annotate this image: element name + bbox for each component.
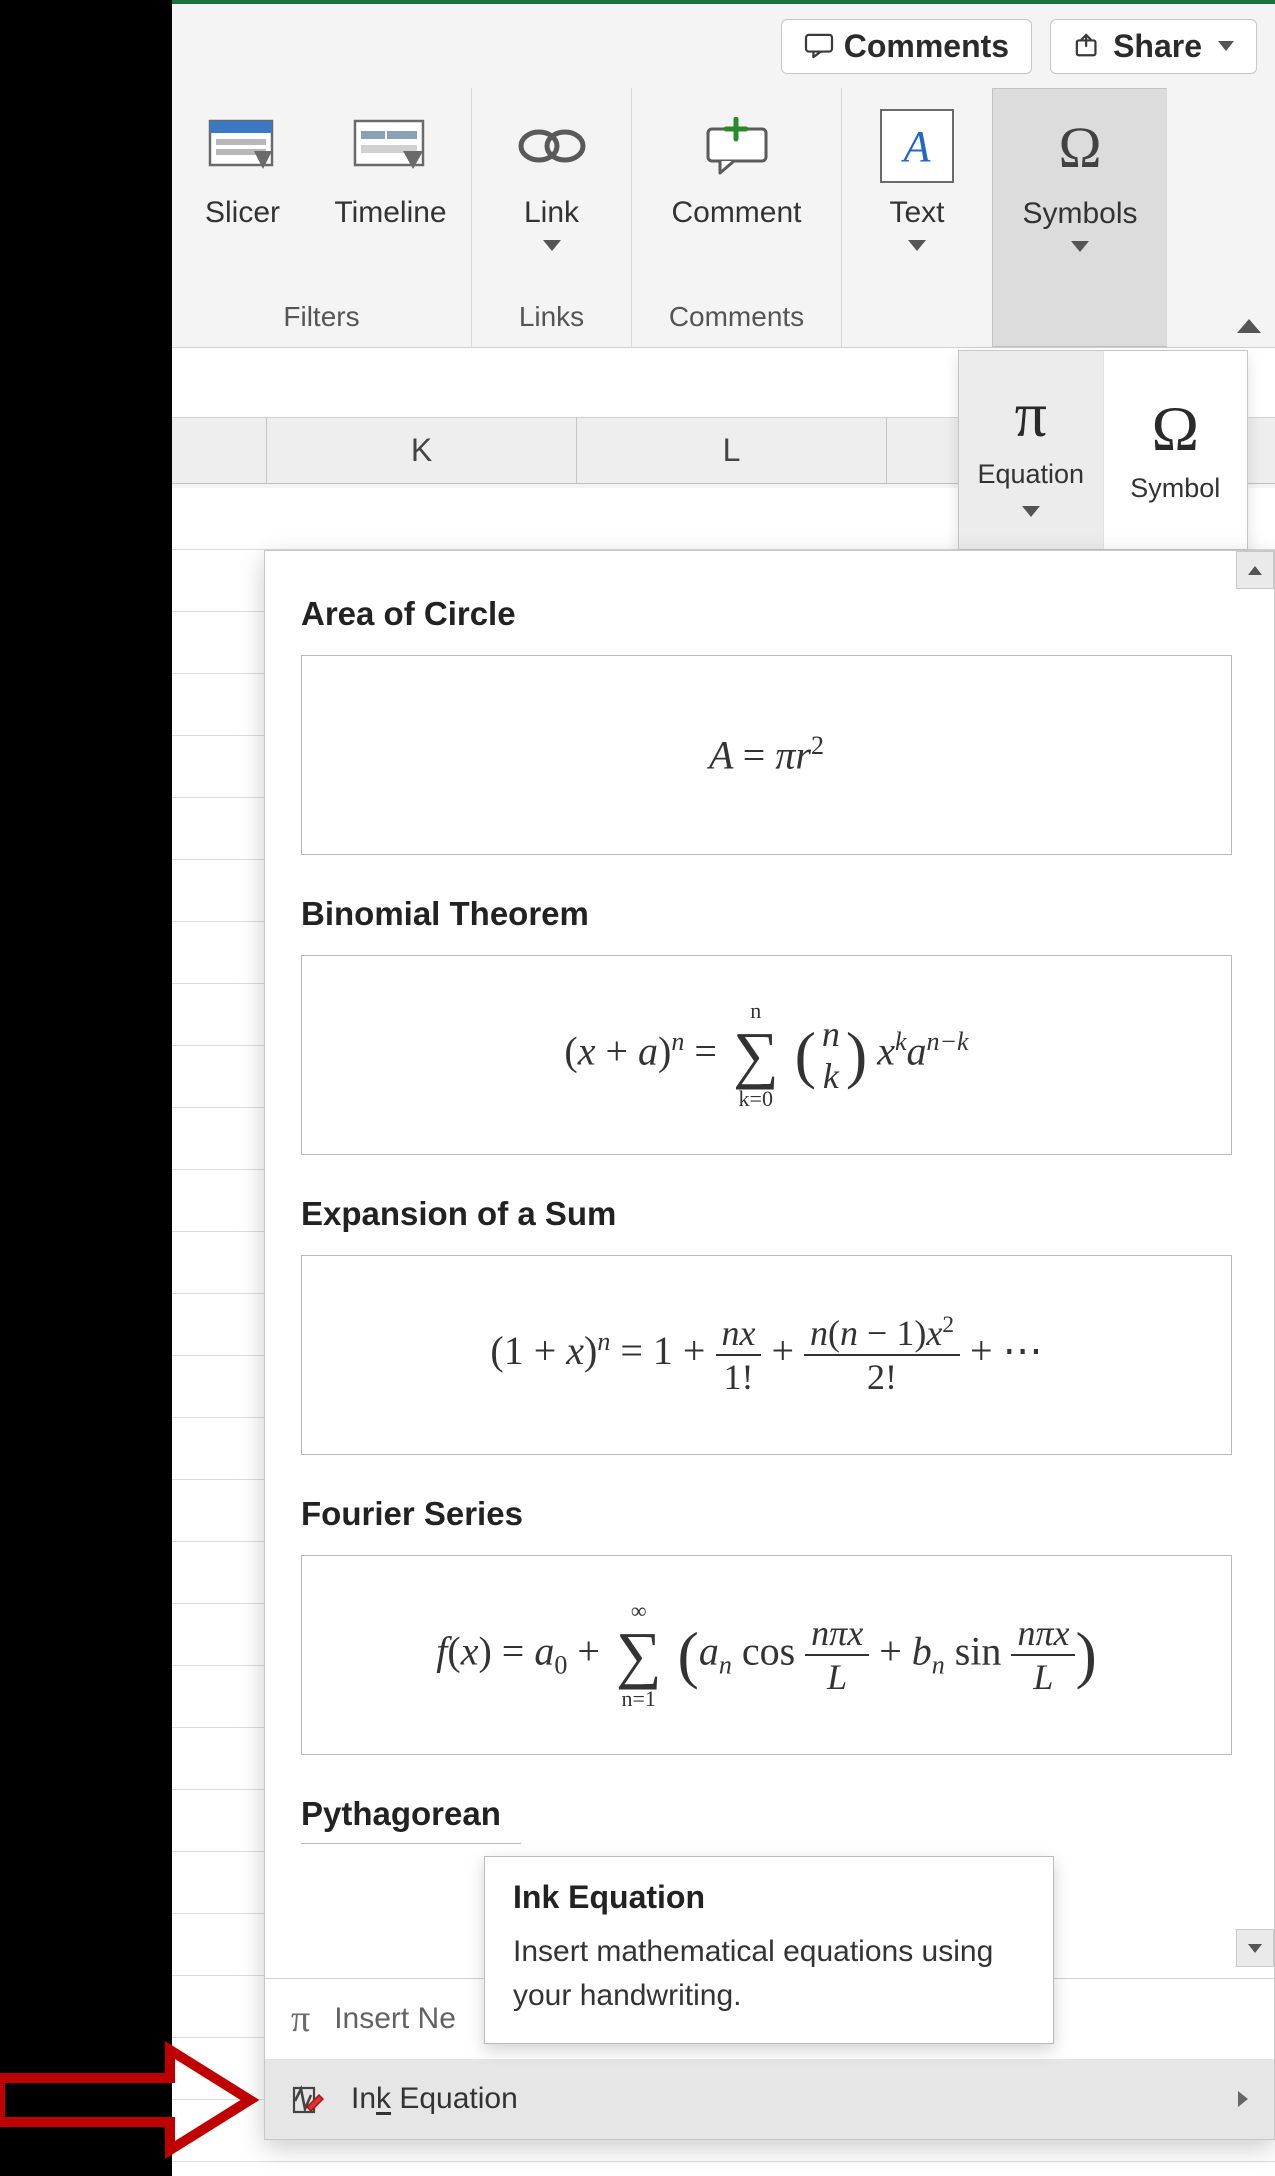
text-button[interactable]: A Text: [857, 100, 977, 251]
symbols-button[interactable]: Ω Symbols: [1016, 101, 1143, 252]
triangle-up-icon: [1248, 566, 1262, 575]
slicer-icon: [206, 117, 280, 175]
ribbon-group-links: Link Links: [472, 88, 632, 347]
collapse-ribbon-button[interactable]: [1237, 319, 1261, 333]
row-header-gutter[interactable]: [172, 418, 267, 483]
share-button-label: Share: [1113, 28, 1202, 65]
tooltip-body: Insert mathematical equations using your…: [513, 1930, 1025, 2017]
ink-equation-tooltip: Ink Equation Insert mathematical equatio…: [484, 1856, 1054, 2044]
text-group-label: [913, 293, 921, 341]
equation-item-area-of-circle[interactable]: A = πr2: [301, 655, 1232, 855]
equation-formula: (x + a)n = n∑k=0 (nk) xkan−k: [564, 999, 968, 1111]
equation-item-fourier-series[interactable]: f(x) = a0 + ∞∑n=1 (an cos nπxL + bn sin …: [301, 1555, 1232, 1755]
equation-item-binomial-theorem[interactable]: (x + a)n = n∑k=0 (nk) xkan−k: [301, 955, 1232, 1155]
tooltip-title: Ink Equation: [513, 1879, 1025, 1916]
ribbon-group-text: A Text: [842, 88, 992, 347]
column-header-l[interactable]: L: [577, 418, 887, 483]
ink-equation-menu-item[interactable]: Ink Equation: [265, 2059, 1274, 2139]
triangle-down-icon: [1248, 1944, 1262, 1953]
equation-formula: (1 + x)n = 1 + nx1! + n(n − 1)x22! + ⋯: [490, 1312, 1042, 1398]
comments-button[interactable]: Comments: [781, 19, 1032, 74]
ink-equation-icon: [291, 2081, 327, 2117]
scroll-up-button[interactable]: [1236, 551, 1274, 589]
comments-group-label: Comments: [669, 293, 804, 341]
chevron-down-icon: [1218, 41, 1234, 51]
equation-formula: f(x) = a0 + ∞∑n=1 (an cos nπxL + bn sin …: [436, 1599, 1097, 1711]
new-comment-icon: [698, 117, 776, 175]
insert-new-equation-label: Insert Ne: [334, 2002, 456, 2036]
slicer-button[interactable]: Slicer: [178, 100, 308, 230]
comment-label: Comment: [671, 196, 801, 230]
symbol-label: Symbol: [1130, 473, 1220, 504]
submenu-arrow-icon: [1238, 2091, 1248, 2107]
equation-item-pythagorean-cut[interactable]: [301, 1843, 521, 1844]
equation-item-title: Fourier Series: [301, 1495, 1232, 1533]
equation-item-title: Pythagorean: [301, 1795, 1232, 1833]
scroll-down-button[interactable]: [1236, 1929, 1274, 1967]
ink-equation-label: Ink Equation: [351, 2082, 518, 2116]
chevron-down-icon: [543, 240, 561, 251]
links-group-label: Links: [519, 293, 584, 341]
equation-gallery-scroll[interactable]: Area of Circle A = πr2 Binomial Theorem …: [265, 551, 1274, 1978]
ribbon-insert-tab: Slicer Timeline Filters: [172, 88, 1275, 348]
link-icon: [513, 121, 591, 171]
timeline-label: Timeline: [334, 196, 446, 230]
left-black-margin: [0, 0, 172, 2176]
omega-icon: Ω: [1058, 114, 1101, 181]
share-button[interactable]: Share: [1050, 19, 1257, 74]
symbols-dropdown-panel: π Equation Ω Symbol: [958, 350, 1248, 550]
slicer-label: Slicer: [205, 196, 280, 230]
filters-group-label: Filters: [283, 293, 359, 341]
annotation-red-arrow: [0, 2040, 260, 2160]
omega-icon: Ω: [1151, 397, 1199, 461]
chevron-down-icon: [1022, 506, 1040, 517]
equation-item-title: Binomial Theorem: [301, 895, 1232, 933]
column-header-k[interactable]: K: [267, 418, 577, 483]
comment-bubble-icon: [804, 33, 834, 59]
comment-button[interactable]: Comment: [642, 100, 832, 230]
title-bar: Comments Share: [172, 0, 1275, 88]
timeline-button[interactable]: Timeline: [316, 100, 466, 230]
ribbon-group-symbols: Ω Symbols: [992, 88, 1167, 347]
equation-item-title: Area of Circle: [301, 595, 1232, 633]
pi-icon: π: [1015, 383, 1047, 447]
ribbon-group-filters: Slicer Timeline Filters: [172, 88, 472, 347]
symbol-menu-button[interactable]: Ω Symbol: [1103, 351, 1248, 549]
equation-menu-button[interactable]: π Equation: [959, 351, 1103, 549]
equation-label: Equation: [977, 459, 1084, 490]
equation-item-expansion-of-sum[interactable]: (1 + x)n = 1 + nx1! + n(n − 1)x22! + ⋯: [301, 1255, 1232, 1455]
timeline-icon: [351, 117, 431, 175]
symbols-label: Symbols: [1022, 197, 1137, 231]
chevron-down-icon: [1071, 241, 1089, 252]
text-label: Text: [889, 196, 944, 230]
chevron-down-icon: [908, 240, 926, 251]
equation-formula: A = πr2: [709, 731, 824, 778]
pi-icon: π: [291, 1997, 310, 2041]
share-icon: [1073, 33, 1103, 59]
equation-item-title: Expansion of a Sum: [301, 1195, 1232, 1233]
symbols-group-label: [1076, 292, 1084, 340]
ribbon-group-comments: Comment Comments: [632, 88, 842, 347]
link-label: Link: [524, 196, 579, 230]
app-window: Comments Share: [172, 0, 1275, 2176]
text-box-icon: A: [880, 109, 954, 183]
link-button[interactable]: Link: [492, 100, 612, 251]
comments-button-label: Comments: [844, 28, 1009, 65]
